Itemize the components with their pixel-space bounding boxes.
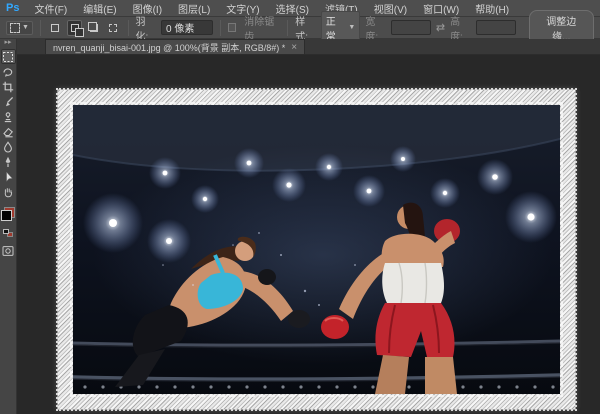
crop-tool[interactable] bbox=[1, 79, 16, 94]
collapse-panel-icon[interactable]: ▸▸ bbox=[4, 40, 11, 46]
marquee-preset-icon bbox=[10, 23, 20, 33]
hand-tool[interactable] bbox=[1, 184, 16, 199]
divider bbox=[128, 20, 129, 36]
menu-file[interactable]: 文件(F) bbox=[27, 0, 74, 17]
intersect-selection-icon bbox=[109, 24, 117, 32]
foreground-color-swatch[interactable] bbox=[1, 210, 12, 221]
tool-options-bar: ▼ 羽化: 消除锯齿 样式: 正常 ▼ 宽度: ⇄ 高度: 调整边缘... bbox=[0, 17, 600, 39]
swap-width-height-icon[interactable]: ⇄ bbox=[436, 21, 445, 34]
boxing-photo-illustration bbox=[73, 105, 560, 394]
width-input[interactable] bbox=[391, 20, 431, 35]
tools-panel: ▸▸ bbox=[0, 39, 17, 414]
menu-edit[interactable]: 编辑(E) bbox=[76, 0, 123, 17]
subtract-from-selection-icon bbox=[90, 24, 98, 32]
photoshop-logo: Ps bbox=[4, 2, 25, 14]
blur-tool[interactable] bbox=[1, 139, 16, 154]
divider bbox=[287, 20, 288, 36]
chevron-down-icon: ▼ bbox=[22, 24, 29, 31]
pen-tool[interactable] bbox=[1, 154, 16, 169]
menu-layer[interactable]: 图层(L) bbox=[171, 0, 217, 17]
chevron-down-icon: ▼ bbox=[348, 24, 355, 31]
divider bbox=[40, 20, 41, 36]
antialias-checkbox[interactable] bbox=[228, 23, 236, 32]
grunge-brush-frame bbox=[57, 89, 576, 410]
menu-help[interactable]: 帮助(H) bbox=[468, 0, 516, 17]
new-selection-icon bbox=[51, 24, 59, 32]
divider bbox=[220, 20, 221, 36]
default-colors-icon[interactable] bbox=[3, 229, 13, 237]
feather-input[interactable] bbox=[161, 20, 213, 35]
close-icon[interactable]: × bbox=[291, 43, 297, 52]
work-area: nvren_quanji_bisai-001.jpg @ 100%(背景 副本,… bbox=[17, 39, 600, 414]
eraser-tool[interactable] bbox=[1, 124, 16, 139]
height-label: 高度: bbox=[450, 13, 470, 43]
document-tab[interactable]: nvren_quanji_bisai-001.jpg @ 100%(背景 副本,… bbox=[45, 39, 305, 54]
add-to-selection-button[interactable] bbox=[67, 20, 81, 36]
document-tab-bar: nvren_quanji_bisai-001.jpg @ 100%(背景 副本,… bbox=[17, 39, 600, 55]
document-title: nvren_quanji_bisai-001.jpg @ 100%(背景 副本,… bbox=[53, 41, 285, 54]
quick-mask-button[interactable] bbox=[1, 243, 16, 258]
lasso-tool[interactable] bbox=[1, 64, 16, 79]
feather-label: 羽化: bbox=[136, 13, 156, 43]
new-selection-button[interactable] bbox=[48, 20, 62, 36]
intersect-selection-button[interactable] bbox=[106, 20, 120, 36]
main-area: ▸▸ bbox=[0, 39, 600, 414]
style-label: 样式: bbox=[295, 13, 315, 43]
color-swatches bbox=[1, 207, 15, 227]
clone-stamp-tool[interactable] bbox=[1, 109, 16, 124]
tool-preset-picker[interactable]: ▼ bbox=[6, 21, 33, 35]
antialias-label: 消除锯齿 bbox=[244, 13, 280, 43]
height-input[interactable] bbox=[476, 20, 516, 35]
default-fg-chip bbox=[3, 229, 9, 234]
width-label: 宽度: bbox=[365, 13, 385, 43]
style-value: 正常 bbox=[326, 13, 343, 43]
subtract-from-selection-button[interactable] bbox=[87, 20, 101, 36]
rectangular-marquee-tool[interactable] bbox=[1, 49, 16, 64]
photo-canvas[interactable] bbox=[73, 105, 560, 394]
brush-tool[interactable] bbox=[1, 94, 16, 109]
direct-selection-tool[interactable] bbox=[1, 169, 16, 184]
add-to-selection-icon bbox=[71, 24, 79, 32]
canvas-background bbox=[17, 55, 600, 414]
